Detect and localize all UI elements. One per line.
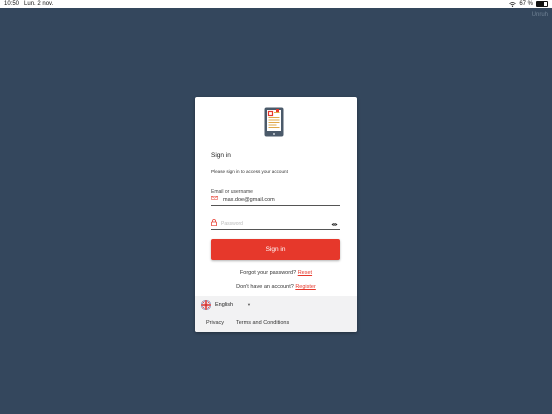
battery-percent: 67 % <box>519 1 533 7</box>
eye-icon[interactable] <box>331 222 338 227</box>
page-title: Sign in <box>211 152 231 159</box>
signin-card: Sign in Please sign in to access your ac… <box>195 97 357 332</box>
password-field[interactable] <box>221 220 326 228</box>
lock-icon <box>211 219 217 226</box>
terms-link[interactable]: Terms and Conditions <box>236 320 289 326</box>
reset-link[interactable]: Reset <box>298 270 312 276</box>
chevron-down-icon[interactable]: ▼ <box>247 302 251 307</box>
register-link[interactable]: Register <box>295 284 315 290</box>
page-subtitle: Please sign in to access your account <box>211 169 288 174</box>
wifi-icon <box>509 1 517 7</box>
status-date: Lun. 2 nov. <box>24 1 54 7</box>
forgot-password-row: Forgot your password? Reset <box>195 270 357 276</box>
status-bar: 10:50 Lun. 2 nov. 67 % <box>0 0 552 8</box>
signin-button[interactable]: Sign in <box>211 239 340 260</box>
email-underline <box>211 205 340 206</box>
tablet-document-logo-icon <box>264 107 284 137</box>
status-right: 67 % <box>509 0 548 8</box>
top-right-link[interactable]: Unruh <box>532 12 548 18</box>
battery-fill <box>537 2 544 6</box>
uk-flag-icon[interactable] <box>201 300 211 310</box>
email-field[interactable]: max.doe@gmail.com <box>223 197 275 203</box>
battery-icon <box>536 1 548 7</box>
language-select[interactable]: English <box>215 302 233 308</box>
card-footer: English ▼ Privacy Terms and Conditions <box>195 296 357 332</box>
email-label: Email or username <box>211 189 253 195</box>
password-underline <box>211 229 340 230</box>
email-icon <box>211 196 218 200</box>
no-account-text: Don't have an account? <box>236 284 294 290</box>
status-left: 10:50 Lun. 2 nov. <box>4 0 58 8</box>
status-time: 10:50 <box>4 1 20 7</box>
privacy-link[interactable]: Privacy <box>206 320 224 326</box>
forgot-password-text: Forgot your password? <box>239 270 297 276</box>
register-row: Don't have an account? Register <box>195 284 357 290</box>
